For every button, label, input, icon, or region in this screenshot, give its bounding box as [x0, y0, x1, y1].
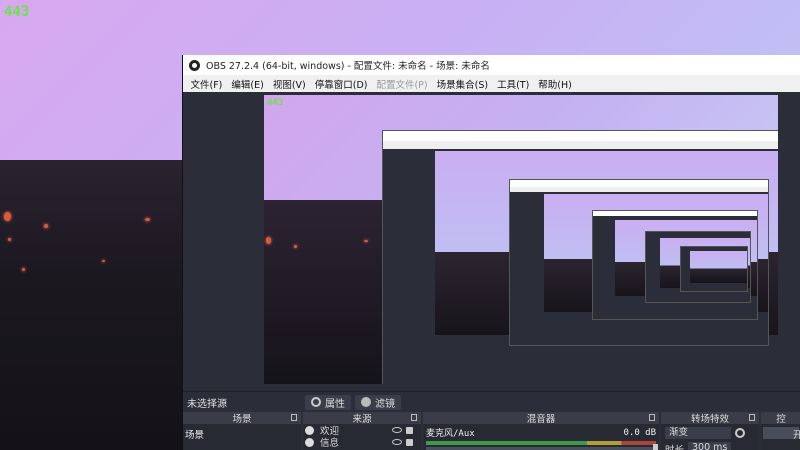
ember-particle: [8, 238, 11, 241]
title-bar[interactable]: OBS 27.2.4 (64-bit, windows) - 配置文件: 未命名…: [183, 55, 800, 75]
gear-icon[interactable]: [735, 428, 745, 438]
undock-icon[interactable]: [411, 414, 417, 421]
eye-icon[interactable]: [392, 439, 402, 445]
controls-dock-title: 控: [776, 414, 786, 425]
transition-duration-row: 时长 300 ms: [665, 442, 755, 450]
volume-meter: [426, 441, 656, 445]
lock-icon[interactable]: [406, 426, 413, 434]
mixer-dock-title: 混音器: [526, 414, 556, 425]
menu-docks[interactable]: 停靠窗口(D): [310, 77, 372, 91]
globe-icon: [305, 437, 314, 447]
mixer-dock-header[interactable]: 混音器: [423, 412, 659, 425]
nested-obs-window-4: [645, 231, 751, 303]
filters-button[interactable]: 滤镜: [355, 394, 401, 410]
mixer-channel-name: 麦克风/Aux: [426, 429, 475, 439]
preview-fps-counter: 443: [267, 98, 284, 108]
globe-icon: [305, 425, 314, 435]
nested-obs-window-3: [592, 210, 758, 320]
filter-icon: [361, 397, 371, 407]
scenes-dock-title: 场景: [232, 414, 252, 425]
nested-obs-window-2: [509, 179, 769, 346]
menu-help[interactable]: 帮助(H): [534, 77, 577, 91]
ember-particle: [266, 237, 271, 244]
sources-dock: 来源 欢迎 信息: [303, 412, 421, 450]
nested-title-bar: [383, 131, 778, 141]
preview-canvas[interactable]: 443: [264, 95, 778, 384]
nested-menu-bar-2: [510, 187, 768, 192]
lock-icon[interactable]: [406, 438, 413, 446]
duration-label: 时长: [665, 442, 684, 450]
ember-particle: [364, 240, 368, 242]
undock-icon[interactable]: [291, 414, 297, 421]
properties-label: 属性: [325, 398, 345, 410]
duration-input[interactable]: 300 ms: [688, 442, 732, 450]
properties-button[interactable]: 属性: [305, 394, 351, 410]
ember-particle: [22, 268, 25, 271]
window-title: OBS 27.2.4 (64-bit, windows) - 配置文件: 未命名…: [206, 61, 490, 72]
no-source-selected-label: 未选择源: [187, 398, 227, 410]
dock-row: 场景 场景 来源 欢迎 信息 混音器 麦克风/Aux 0.0 dB 转场特效 渐…: [183, 412, 800, 450]
transition-select[interactable]: 渐变: [665, 427, 731, 439]
source-list-item[interactable]: 信息: [303, 436, 421, 449]
undock-icon[interactable]: [649, 414, 655, 421]
scenes-dock: 场景 场景: [183, 412, 301, 450]
filters-label: 滤镜: [375, 398, 395, 410]
mixer-level-readout: 0.0 dB: [623, 427, 656, 438]
menu-profile: 配置文件(P): [376, 79, 428, 91]
ember-particle: [44, 224, 48, 228]
preview-dark-scene: [264, 200, 382, 384]
scenes-dock-header[interactable]: 场景: [183, 412, 301, 425]
mixer-dock: 混音器 麦克风/Aux 0.0 dB: [423, 412, 659, 450]
sources-dock-title: 来源: [352, 414, 372, 425]
menu-file[interactable]: 文件(F): [186, 77, 227, 91]
source-name: 信息: [320, 438, 340, 449]
transition-selector-row: 渐变: [665, 427, 755, 439]
ember-particle: [294, 245, 297, 248]
nested-menu-bar: [383, 141, 778, 149]
scene-list-item[interactable]: 场景: [183, 424, 301, 444]
menu-bar: 文件(F) 编辑(E) 视图(V) 停靠窗口(D) 配置文件(P) 场景集合(S…: [183, 75, 800, 93]
start-streaming-button[interactable]: 开: [763, 427, 800, 441]
nested-obs-window: [382, 130, 778, 384]
obs-logo-icon: [189, 59, 200, 71]
ember-particle: [102, 260, 105, 262]
nested-obs-window-5: [680, 246, 748, 292]
obs-window: OBS 27.2.4 (64-bit, windows) - 配置文件: 未命名…: [182, 55, 800, 450]
background-dark-scene: [0, 160, 182, 450]
controls-dock-header[interactable]: 控: [761, 412, 800, 425]
ember-particle: [145, 218, 150, 221]
transitions-dock-header[interactable]: 转场特效: [661, 412, 759, 425]
menu-edit[interactable]: 编辑(E): [227, 77, 268, 91]
sources-dock-header[interactable]: 来源: [303, 412, 421, 425]
preview-area: 443: [183, 92, 800, 389]
nested-preview-5: [690, 251, 747, 283]
undock-icon[interactable]: [749, 414, 755, 421]
source-toolbar: 未选择源 属性 滤镜: [183, 391, 800, 412]
menu-scene-collection[interactable]: 场景集合(S): [432, 77, 492, 91]
ember-particle: [4, 212, 11, 221]
gear-icon: [311, 397, 321, 407]
menu-view[interactable]: 视图(V): [268, 77, 310, 91]
transitions-dock: 转场特效 渐变 时长 300 ms: [661, 412, 759, 450]
transitions-dock-title: 转场特效: [690, 414, 729, 425]
fps-counter: 443: [4, 4, 30, 20]
mixer-channel: 麦克风/Aux 0.0 dB: [423, 424, 659, 440]
nested-title-bar-2: [510, 180, 768, 187]
eye-icon[interactable]: [392, 427, 402, 433]
nested-title-bar-3: [593, 211, 757, 216]
menu-tools[interactable]: 工具(T): [493, 77, 534, 91]
controls-dock: 控 开: [761, 412, 800, 450]
